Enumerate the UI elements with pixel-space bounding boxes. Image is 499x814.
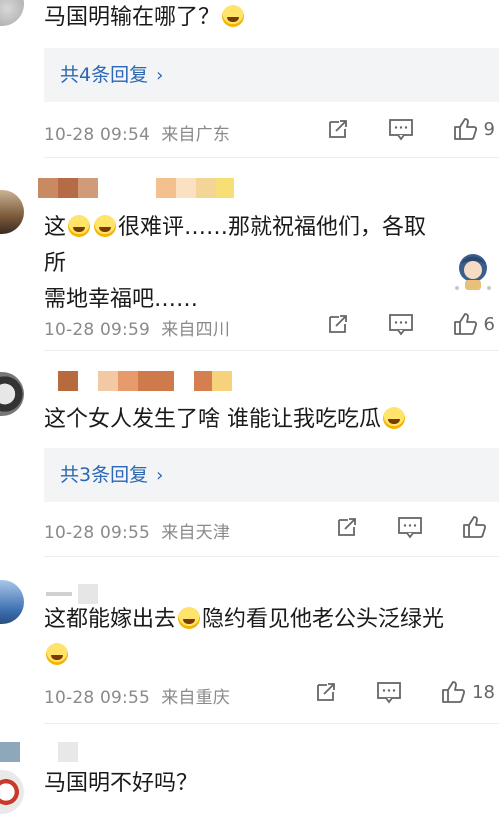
laughing-emoji-icon: [178, 607, 201, 629]
comment-icon[interactable]: [397, 515, 423, 539]
comment-meta: 10-28 09:54 来自广东: [44, 125, 231, 145]
avatar[interactable]: [0, 770, 24, 814]
avatar[interactable]: [0, 0, 24, 26]
comment-text: 这很难评……那就祝福他们，各取所 需地幸福吧……: [44, 215, 427, 312]
chevron-right-icon: ›: [156, 465, 164, 486]
like-icon[interactable]: [452, 116, 478, 142]
username-blurred[interactable]: [58, 371, 232, 391]
like-icon[interactable]: [452, 311, 478, 337]
divider: [44, 157, 499, 158]
like-count: 9: [483, 118, 495, 140]
comment-meta: 10-28 09:59 来自四川: [44, 320, 231, 340]
chevron-right-icon: ›: [156, 65, 164, 86]
comment-meta: 10-28 09:55 来自天津: [44, 523, 231, 543]
username-blurred[interactable]: [38, 178, 234, 198]
divider: [44, 350, 499, 351]
emoji-icon: [94, 215, 117, 237]
girl-sticker-icon: [451, 248, 495, 292]
comment-actions: 6: [326, 311, 495, 337]
laughing-emoji-icon: [46, 643, 68, 665]
comment-icon[interactable]: [388, 117, 414, 141]
comment-icon[interactable]: [376, 680, 402, 704]
divider: [44, 723, 499, 724]
username-blurred[interactable]: [0, 742, 78, 762]
like-count: 6: [483, 313, 495, 335]
laughing-emoji-icon: [222, 5, 245, 27]
comment-text: 马国明不好吗？: [44, 771, 199, 796]
comment-text: 这个女人发生了啥 谁能让我吃吃瓜: [44, 402, 489, 438]
like-count: 18: [472, 681, 495, 703]
crying-emoji-icon: [383, 407, 405, 429]
divider: [44, 556, 499, 557]
share-icon[interactable]: [326, 117, 350, 141]
emoji-icon: [68, 215, 91, 237]
comment-actions: 18: [314, 679, 495, 705]
avatar[interactable]: [0, 580, 24, 624]
avatar[interactable]: [0, 190, 24, 234]
avatar[interactable]: [0, 372, 24, 416]
replies-link[interactable]: 共4条回复 ›: [44, 48, 499, 102]
comment-icon[interactable]: [388, 312, 414, 336]
share-icon[interactable]: [335, 515, 359, 539]
comment-meta: 10-28 09:55 来自重庆: [44, 688, 231, 708]
share-icon[interactable]: [326, 312, 350, 336]
like-icon[interactable]: [440, 679, 466, 705]
replies-link[interactable]: 共3条回复 ›: [44, 448, 499, 502]
comment-actions: 9: [326, 116, 495, 142]
comment-text: 这都能嫁出去 隐约看见他老公头泛绿光: [44, 602, 489, 674]
share-icon[interactable]: [314, 680, 338, 704]
like-icon[interactable]: [461, 514, 487, 540]
username-blurred[interactable]: [46, 584, 98, 604]
comment-text: 马国明输在哪了？: [44, 0, 489, 36]
comment-actions: [335, 514, 493, 540]
